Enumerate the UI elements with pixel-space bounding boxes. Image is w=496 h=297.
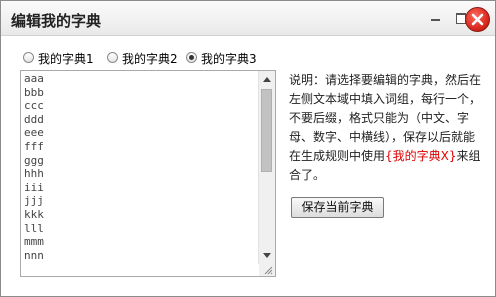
- save-dictionary-button[interactable]: 保存当前字典: [291, 197, 384, 218]
- dictionary-line: bbb: [24, 85, 44, 99]
- dictionary-line: hhh: [24, 167, 44, 181]
- resize-grip-icon: [264, 266, 273, 275]
- dictionary-line: fff: [24, 139, 44, 153]
- dictionary-line: eee: [24, 126, 44, 140]
- radio-circle[interactable]: [186, 52, 197, 63]
- dictionary-line: aaa: [24, 72, 44, 85]
- dictionary-line: lll: [24, 221, 44, 235]
- radio-label: 我的字典1: [38, 52, 94, 66]
- radio-circle[interactable]: [107, 52, 118, 63]
- scroll-thumb[interactable]: [261, 89, 272, 172]
- dictionary-line: ddd: [24, 112, 44, 126]
- resize-grip[interactable]: [259, 263, 275, 276]
- dialog-title: 编辑我的字典: [11, 12, 102, 30]
- dictionary-line: mmm: [24, 235, 44, 249]
- close-icon: [471, 13, 484, 26]
- radio-circle[interactable]: [23, 52, 34, 63]
- scroll-up-icon[interactable]: [263, 77, 271, 82]
- dictionary-line: nnn: [24, 248, 44, 262]
- help-description: 说明：请选择要编辑的字典，然后在左侧文本域中填入词组，每行一个，不要后缀，格式只…: [289, 71, 485, 185]
- radio-label: 我的字典2: [122, 52, 178, 66]
- dictionary-dialog: 编辑我的字典 我的字典1 我的字典2 我的字典3 aaa bbb ccc ddd eee…: [0, 0, 496, 297]
- dictionary-line: jjj: [24, 194, 44, 208]
- title-bar[interactable]: 编辑我的字典: [1, 1, 495, 36]
- dictionary-lines: aaa bbb ccc ddd eee fff ggg hhh iii jjj kkk lll mmm n…: [24, 72, 44, 262]
- minimize-icon[interactable]: [431, 19, 440, 21]
- close-button[interactable]: [465, 7, 490, 32]
- radio-selected-dot: [189, 55, 194, 60]
- dictionary-line: iii: [24, 180, 44, 194]
- scroll-down-icon[interactable]: [263, 253, 271, 258]
- dictionary-textarea[interactable]: aaa bbb ccc ddd eee fff ggg hhh iii jjj kkk lll mmm n…: [20, 70, 276, 277]
- dictionary-line: ccc: [24, 99, 44, 113]
- radio-label: 我的字典3: [201, 52, 257, 66]
- dictionary-line: ggg: [24, 153, 44, 167]
- dictionary-line: kkk: [24, 207, 44, 221]
- dictionary-placeholder-highlight: {我的字典X}: [385, 149, 457, 163]
- vertical-scrollbar[interactable]: [258, 71, 275, 264]
